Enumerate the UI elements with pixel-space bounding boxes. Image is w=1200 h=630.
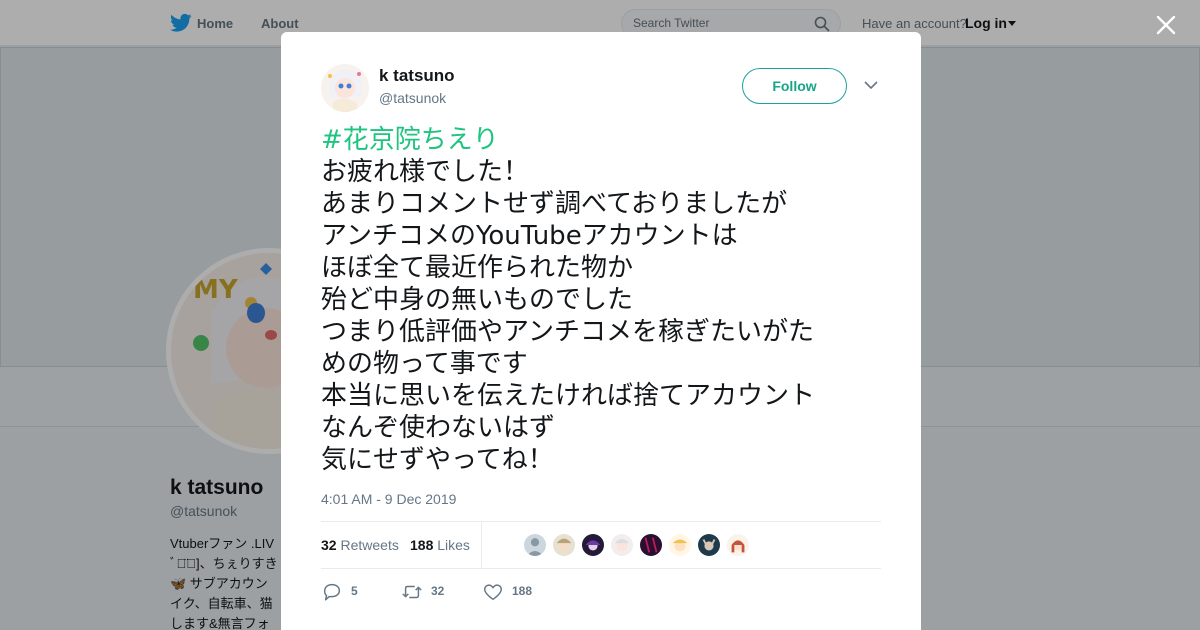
author-handle[interactable]: @tatsunok [379, 90, 446, 106]
tweet-actions: 5 32 188 [321, 580, 881, 604]
likes-label: Likes [437, 537, 470, 553]
retweet-icon [402, 585, 422, 599]
tweet-line: なんぞ使わないはず [321, 413, 556, 443]
liker-avatar[interactable] [639, 533, 663, 557]
tweet-line: お疲れ様でした！ [321, 157, 530, 187]
retweet-action[interactable]: 32 [401, 580, 471, 604]
retweets-count: 32 [321, 537, 337, 553]
liker-avatar[interactable] [581, 533, 605, 557]
like-count: 188 [512, 584, 533, 598]
stats-divider [481, 522, 482, 569]
liker-avatar[interactable] [610, 533, 634, 557]
liker-avatar[interactable] [697, 533, 721, 557]
tweet-timestamp[interactable]: 4:01 AM - 9 Dec 2019 [321, 491, 456, 507]
heart-icon [484, 584, 502, 601]
liker-avatar[interactable] [726, 533, 750, 557]
reply-action[interactable]: 5 [321, 580, 381, 604]
likes-stat[interactable]: 188 Likes [410, 537, 470, 553]
tweet-line: 殆ど中身の無いものでした [321, 285, 634, 315]
close-icon[interactable] [1154, 13, 1178, 37]
reply-icon [323, 583, 341, 601]
liker-avatar[interactable] [668, 533, 692, 557]
author-name[interactable]: k tatsuno [379, 66, 455, 86]
retweets-stat[interactable]: 32 Retweets [321, 537, 399, 553]
tweet-line: 気にせずやってね！ [321, 445, 554, 475]
reply-count: 5 [351, 584, 358, 598]
anime-avatar-image [321, 64, 369, 112]
like-action[interactable]: 188 [482, 580, 562, 604]
tweet-line: つまり低評価やアンチコメを稼ぎたいがた [321, 317, 814, 347]
tweet-text: #花京院ちえり お疲れ様でした！ あまりコメントせず調べておりましたが アンチコ… [321, 124, 881, 476]
tweet-line: めの物って事です [321, 349, 528, 379]
retweets-label: Retweets [340, 537, 399, 553]
tweet-line: ほぼ全て最近作られた物か [321, 253, 634, 283]
liker-avatar[interactable] [523, 533, 547, 557]
chevron-down-icon[interactable] [864, 80, 878, 90]
tweet-stats: 32 Retweets 188 Likes [321, 521, 881, 569]
tweet-line: アンチコメのYouTubeアカウントは [321, 221, 738, 251]
tweet-modal: k tatsuno @tatsunok Follow #花京院ちえり お疲れ様で… [281, 32, 921, 630]
likes-count: 188 [410, 537, 434, 553]
author-avatar[interactable] [321, 64, 369, 112]
tweet-line: あまりコメントせず調べておりましたが [321, 189, 788, 219]
hashtag-link[interactable]: #花京院ちえり [321, 124, 881, 156]
liker-avatar[interactable] [552, 533, 576, 557]
retweet-count: 32 [431, 584, 445, 598]
follow-button[interactable]: Follow [742, 68, 847, 104]
tweet-line: 本当に思いを伝えたければ捨てアカウント [321, 381, 816, 411]
